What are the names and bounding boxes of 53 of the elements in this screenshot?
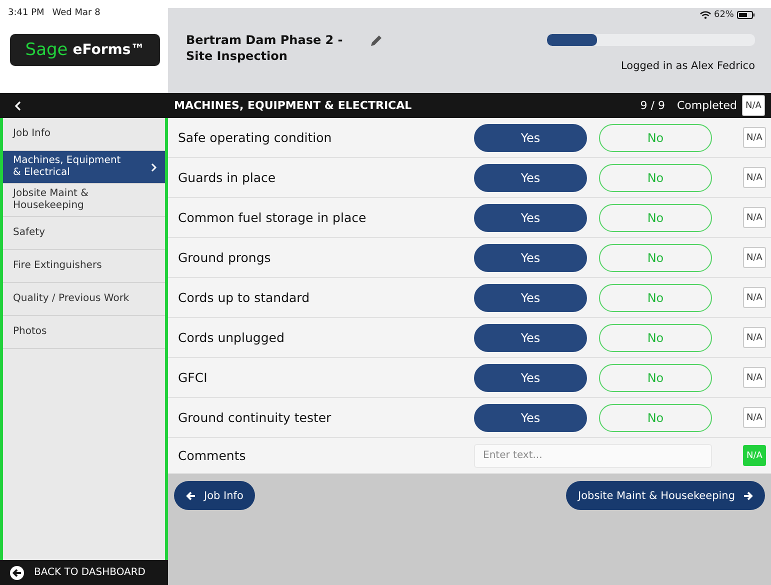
- pencil-icon[interactable]: [370, 34, 383, 47]
- sidebar-item[interactable]: Safety: [3, 217, 165, 250]
- back-chevron-icon[interactable]: [14, 100, 22, 110]
- right-arrow-icon: [743, 490, 753, 500]
- back-arrow-icon: [10, 566, 24, 580]
- na-toggle[interactable]: N/A: [743, 367, 766, 388]
- previous-section-button[interactable]: Job Info: [174, 481, 256, 510]
- na-toggle[interactable]: N/A: [743, 287, 766, 308]
- na-toggle[interactable]: N/A: [743, 247, 766, 268]
- sidebar-item[interactable]: Photos: [3, 316, 165, 349]
- question-label: Common fuel storage in place: [178, 210, 368, 225]
- battery-percent: 62%: [714, 10, 734, 20]
- sidebar-item[interactable]: Fire Extinguishers: [3, 250, 165, 283]
- status-time: 3:41 PM: [8, 8, 44, 18]
- logged-in-user: Logged in as Alex Fedrico: [621, 60, 755, 72]
- question-count: 9 / 9: [640, 99, 665, 112]
- form-title: Bertram Dam Phase 2 - Site Inspection: [186, 32, 344, 64]
- completion-status: Completed: [677, 99, 737, 112]
- question-label: Safe operating condition: [178, 130, 333, 145]
- question-label: Ground continuity tester: [178, 410, 332, 425]
- na-toggle[interactable]: N/A: [743, 327, 766, 348]
- sidebar-item[interactable]: Machines, Equipment & Electrical: [3, 151, 165, 184]
- na-toggle[interactable]: N/A: [743, 127, 766, 148]
- na-toggle[interactable]: N/A: [743, 407, 766, 428]
- status-date: Wed Mar 8: [52, 8, 100, 18]
- answer-option[interactable]: Yes: [474, 164, 587, 192]
- wifi-icon: [700, 11, 711, 19]
- battery-icon: [737, 11, 755, 19]
- answer-option[interactable]: Yes: [474, 204, 587, 232]
- back-to-dashboard-button[interactable]: BACK TO DASHBOARD: [0, 560, 168, 585]
- question-label: GFCI: [178, 370, 208, 385]
- sidebar-item[interactable]: Jobsite Maint & Housekeeping: [3, 184, 165, 217]
- comments-field[interactable]: Enter text...: [474, 444, 712, 468]
- answer-option[interactable]: Yes: [474, 124, 587, 152]
- question-label: Guards in place: [178, 170, 277, 185]
- answer-option[interactable]: Yes: [474, 284, 587, 312]
- answer-option[interactable]: Yes: [474, 244, 587, 272]
- question-label: Comments: [178, 448, 247, 463]
- left-arrow-icon: [186, 490, 196, 500]
- answer-option[interactable]: Yes: [474, 364, 587, 392]
- question-label: Cords up to standard: [178, 290, 311, 305]
- logo: Sage eForms™: [10, 34, 160, 66]
- chevron-right-icon: [151, 162, 157, 172]
- na-toggle[interactable]: N/A: [743, 167, 766, 188]
- section-title: MACHINES, EQUIPMENT & ELECTRICAL: [174, 99, 412, 112]
- na-toggle[interactable]: N/A: [742, 95, 765, 116]
- answer-option[interactable]: Yes: [474, 404, 587, 432]
- na-toggle[interactable]: N/A: [743, 207, 766, 228]
- sidebar-item[interactable]: Quality / Previous Work: [3, 283, 165, 316]
- answer-option[interactable]: Yes: [474, 324, 587, 352]
- next-section-button[interactable]: Jobsite Maint & Housekeeping: [566, 481, 765, 510]
- question-label: Cords unplugged: [178, 330, 286, 345]
- question-label: Ground prongs: [178, 250, 272, 265]
